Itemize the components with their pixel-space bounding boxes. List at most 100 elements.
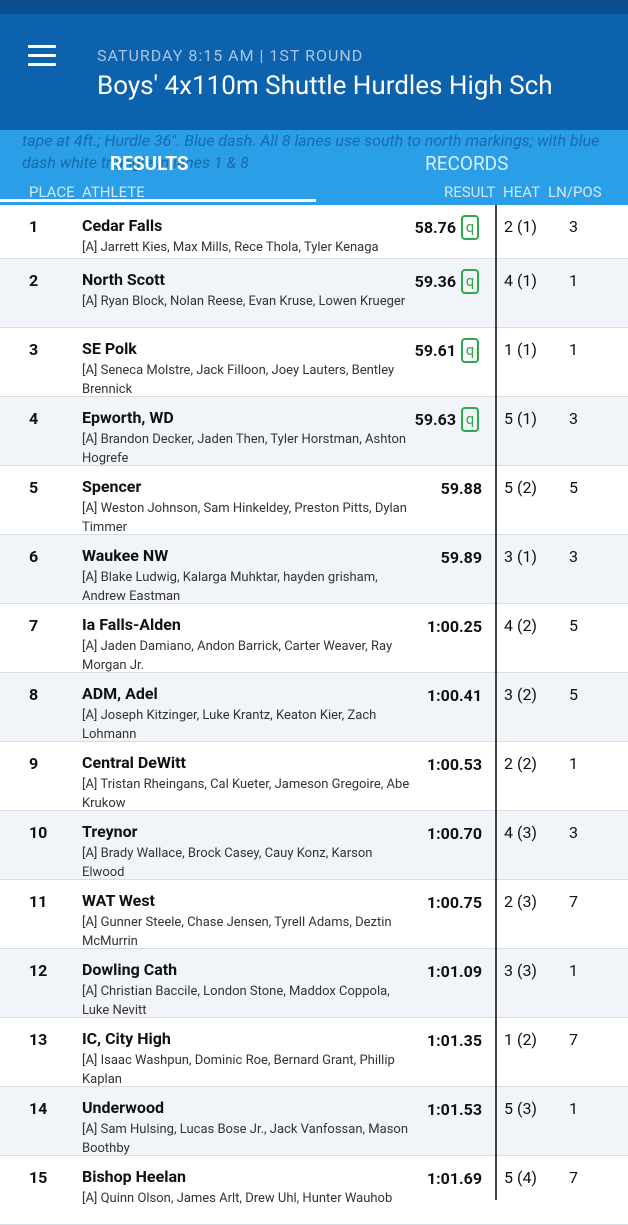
column-lane: LN/POS — [548, 183, 602, 201]
heat-value: 5 (2) — [504, 478, 537, 497]
status-strip — [0, 0, 628, 14]
heat-value: 3 (1) — [504, 547, 537, 566]
team-name: Underwood — [82, 1098, 164, 1117]
qualifier-badge: q — [461, 269, 479, 294]
place-number: 10 — [29, 823, 48, 842]
heat-value: 3 (3) — [504, 961, 537, 980]
table-row[interactable]: 7 Ia Falls-Alden [A] Jaden Damiano, Andon … — [0, 604, 628, 673]
table-row[interactable]: 8 ADM, Adel [A] Joseph Kitzinger, Luke Kra… — [0, 673, 628, 742]
tab-records[interactable]: RECORDS — [425, 152, 508, 175]
result-time: 59.63 — [414, 410, 456, 429]
column-divider — [495, 205, 497, 1200]
athlete-names: [A] Weston Johnson, Sam Hinkeldey, Prest… — [82, 501, 407, 535]
result-time: 1:01.69 — [426, 1169, 482, 1188]
table-row[interactable]: 11 WAT West [A] Gunner Steele, Chase Jense… — [0, 880, 628, 949]
lane-position: 5 — [569, 685, 578, 704]
place-number: 1 — [29, 217, 39, 236]
team-name: Epworth, WD — [82, 408, 174, 427]
team-name: Bishop Heelan — [82, 1167, 186, 1186]
place-number: 11 — [29, 892, 48, 911]
athlete-names: [A] Jaden Damiano, Andon Barrick, Carter… — [82, 639, 393, 673]
place-number: 7 — [29, 616, 39, 635]
qualifier-badge: q — [461, 215, 479, 240]
table-row[interactable]: 12 Dowling Cath [A] Christian Baccile, Lon… — [0, 949, 628, 1018]
heat-value: 5 (4) — [504, 1168, 537, 1187]
lane-position: 1 — [569, 1099, 578, 1118]
lane-position: 7 — [569, 1168, 578, 1187]
lane-position: 1 — [569, 754, 578, 773]
column-result: RESULT — [444, 183, 496, 201]
athlete-names: [A] Ryan Block, Nolan Reese, Evan Kruse,… — [82, 294, 406, 309]
menu-icon[interactable] — [28, 45, 58, 67]
lane-position: 3 — [569, 823, 578, 842]
athlete-names: [A] Brandon Decker, Jaden Then, Tyler Ho… — [82, 432, 407, 466]
tab-results[interactable]: RESULTS — [110, 152, 189, 175]
team-name: Dowling Cath — [82, 960, 178, 979]
team-name: Treynor — [82, 822, 138, 841]
result-time: 59.36 — [414, 272, 456, 291]
lane-position: 7 — [569, 1030, 578, 1049]
lane-position: 3 — [569, 547, 578, 566]
table-row[interactable]: 6 Waukee NW [A] Blake Ludwig, Kalarga Muhk… — [0, 535, 628, 604]
result-time: 59.88 — [440, 479, 482, 498]
table-row[interactable]: 2 North Scott [A] Ryan Block, Nolan Reese,… — [0, 259, 628, 328]
team-name: Waukee NW — [82, 546, 169, 565]
result-time: 59.61 — [414, 341, 456, 360]
place-number: 5 — [29, 478, 39, 497]
athlete-names: [A] Brady Wallace, Brock Casey, Cauy Kon… — [82, 846, 373, 880]
table-row[interactable]: 13 IC, City High [A] Isaac Washpun, Domini… — [0, 1018, 628, 1087]
event-title: Boys' 4x110m Shuttle Hurdles High Sch — [97, 71, 553, 101]
result-time: 1:00.25 — [426, 617, 482, 636]
qualifier-badge: q — [461, 407, 479, 432]
event-time: SATURDAY 8:15 AM | 1ST ROUND — [97, 46, 364, 65]
athlete-names: [A] Tristan Rheingans, Cal Kueter, James… — [82, 777, 410, 811]
team-name: SE Polk — [82, 339, 137, 358]
athlete-names: [A] Christian Baccile, London Stone, Mad… — [82, 984, 390, 1018]
table-row[interactable]: 3 SE Polk [A] Seneca Molstre, Jack Filloon… — [0, 328, 628, 397]
result-time: 1:00.53 — [426, 755, 482, 774]
lane-position: 3 — [569, 217, 578, 236]
place-number: 3 — [29, 340, 39, 359]
heat-value: 4 (3) — [504, 823, 537, 842]
heat-value: 2 (3) — [504, 892, 537, 911]
athlete-names: [A] Jarrett Kies, Max Mills, Rece Thola,… — [82, 240, 379, 255]
table-row[interactable]: 4 Epworth, WD [A] Brandon Decker, Jaden Th… — [0, 397, 628, 466]
qualifier-badge: q — [461, 338, 479, 363]
table-row[interactable]: 15 Bishop Heelan [A] Quinn Olson, James Ar… — [0, 1156, 628, 1225]
lane-position: 1 — [569, 340, 578, 359]
place-number: 2 — [29, 271, 39, 290]
lane-position: 7 — [569, 892, 578, 911]
column-heat: HEAT — [503, 183, 541, 201]
team-name: Spencer — [82, 477, 142, 496]
result-time: 58.76 — [414, 218, 456, 237]
result-time: 59.89 — [440, 548, 482, 567]
table-row[interactable]: 9 Central DeWitt [A] Tristan Rheingans, Ca… — [0, 742, 628, 811]
team-name: Ia Falls-Alden — [82, 615, 181, 634]
place-number: 15 — [29, 1168, 48, 1187]
heat-value: 1 (2) — [504, 1030, 537, 1049]
table-row[interactable]: 1 Cedar Falls [A] Jarrett Kies, Max Mills,… — [0, 205, 628, 259]
place-number: 9 — [29, 754, 39, 773]
place-number: 8 — [29, 685, 39, 704]
table-row[interactable]: 5 Spencer [A] Weston Johnson, Sam Hinkelde… — [0, 466, 628, 535]
lane-position: 1 — [569, 271, 578, 290]
result-time: 1:00.70 — [426, 824, 482, 843]
heat-value: 5 (3) — [504, 1099, 537, 1118]
place-number: 13 — [29, 1030, 48, 1049]
place-number: 4 — [29, 409, 39, 428]
result-time: 1:00.75 — [426, 893, 482, 912]
heat-value: 3 (2) — [504, 685, 537, 704]
athlete-names: [A] Isaac Washpun, Dominic Roe, Bernard … — [82, 1053, 395, 1087]
heat-value: 1 (1) — [504, 340, 537, 359]
table-row[interactable]: 14 Underwood [A] Sam Hulsing, Lucas Bose J… — [0, 1087, 628, 1156]
heat-value: 4 (2) — [504, 616, 537, 635]
tab-bar: tape at 4ft.; Hurdle 36". Blue dash. All… — [0, 130, 628, 205]
team-name: IC, City High — [82, 1029, 171, 1048]
team-name: Cedar Falls — [82, 216, 163, 235]
app-header: SATURDAY 8:15 AM | 1ST ROUND Boys' 4x110… — [0, 0, 628, 130]
lane-position: 5 — [569, 616, 578, 635]
table-row[interactable]: 10 Treynor [A] Brady Wallace, Brock Casey,… — [0, 811, 628, 880]
result-time: 1:01.35 — [426, 1031, 482, 1050]
team-name: Central DeWitt — [82, 753, 186, 772]
place-number: 6 — [29, 547, 39, 566]
